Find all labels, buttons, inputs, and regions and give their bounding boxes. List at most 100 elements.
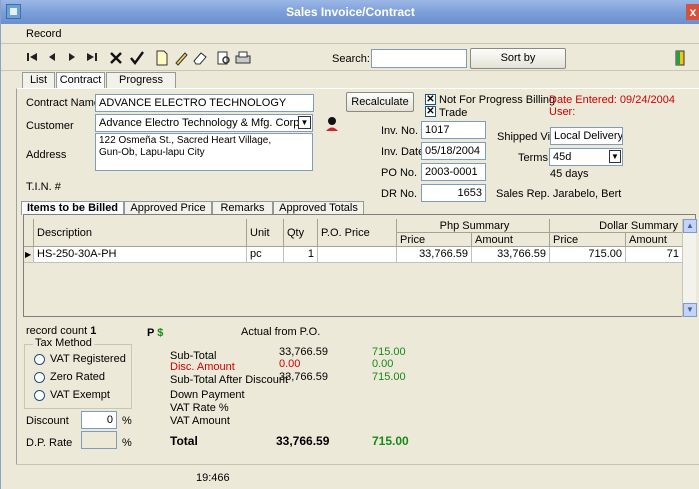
window-title: Sales Invoice/Contract xyxy=(286,5,415,19)
edit-pencil-icon[interactable] xyxy=(172,50,190,66)
search-label: Search: xyxy=(332,53,370,65)
tin-label: T.I.N. # xyxy=(26,181,61,193)
vat-amount-label: VAT Amount xyxy=(170,415,230,427)
tab-contract[interactable]: Contract xyxy=(56,72,105,89)
col-qty[interactable]: Qty xyxy=(284,219,318,247)
discount-label: Discount xyxy=(26,415,69,427)
shipped-via-field[interactable]: Local Delivery xyxy=(550,127,623,145)
scroll-up-icon[interactable]: ▲ xyxy=(683,219,697,233)
address-field[interactable]: 122 Osmeña St., Sacred Heart Village, Gu… xyxy=(95,133,313,171)
zero-rated-radio[interactable] xyxy=(34,372,45,383)
cell-qty[interactable]: 1 xyxy=(284,247,318,263)
tab-approved-totals[interactable]: Approved Totals xyxy=(273,201,364,214)
cell-description[interactable]: HS-250-30A-PH xyxy=(34,247,247,263)
vat-rate-label: VAT Rate % xyxy=(170,402,229,414)
dr-no-field[interactable]: 1653 xyxy=(421,184,486,202)
disc-php: 0.00 xyxy=(279,358,301,370)
tax-method-label: Tax Method xyxy=(33,337,94,349)
po-no-label: PO No. xyxy=(381,167,418,179)
vat-registered-radio[interactable] xyxy=(34,354,45,365)
col-po-price[interactable]: P.O. Price xyxy=(318,219,397,247)
dp-rate-percent: % xyxy=(122,437,132,449)
dollar-label: $ xyxy=(157,327,164,339)
inv-date-label: Inv. Date xyxy=(381,146,425,158)
row-pointer-icon[interactable]: ▶ xyxy=(24,247,34,263)
address-label: Address xyxy=(26,149,67,161)
tab-items-to-be-billed[interactable]: Items to be Billed xyxy=(21,201,124,215)
terms-label: Terms xyxy=(518,152,548,164)
row-selector-header xyxy=(24,219,34,247)
cell-php-amount[interactable]: 33,766.59 xyxy=(472,247,550,263)
inv-no-field[interactable]: 1017 xyxy=(421,121,486,139)
total-php: 33,766.59 xyxy=(276,434,330,448)
vat-registered-label: VAT Registered xyxy=(50,353,126,365)
cell-usd-amount[interactable]: 71 xyxy=(626,247,683,263)
col-description[interactable]: Description xyxy=(34,219,247,247)
col-php-price[interactable]: Price xyxy=(397,233,472,247)
cell-php-price[interactable]: 33,766.59 xyxy=(397,247,472,263)
new-document-icon[interactable] xyxy=(153,50,171,66)
inv-date-field[interactable]: 05/18/2004 xyxy=(421,142,486,160)
scroll-down-icon[interactable]: ▼ xyxy=(683,303,697,317)
cell-usd-price[interactable]: 715.00 xyxy=(550,247,626,263)
after-disc-php: 33,766.59 xyxy=(279,371,328,383)
tab-approved-price[interactable]: Approved Price xyxy=(124,201,212,214)
vat-exempt-radio[interactable] xyxy=(34,390,45,401)
sort-by-button[interactable]: Sort by xyxy=(470,48,566,69)
close-button[interactable]: x xyxy=(686,4,699,20)
po-no-field[interactable]: 2003-0001 xyxy=(421,163,486,181)
exit-door-icon[interactable] xyxy=(671,50,689,66)
discount-field[interactable]: 0 xyxy=(81,411,117,429)
terms-chevron-down-icon[interactable]: ▼ xyxy=(609,150,621,163)
status-text: 19:466 xyxy=(196,472,230,484)
search-input[interactable] xyxy=(371,49,467,68)
dp-rate-field[interactable] xyxy=(81,431,117,449)
title-bar: Sales Invoice/Contract x xyxy=(1,0,699,24)
terms-note: 45 days xyxy=(550,168,589,180)
col-usd-price[interactable]: Price xyxy=(550,233,626,247)
col-dollar-summary[interactable]: Dollar Summary xyxy=(550,219,683,233)
col-php-summary[interactable]: Php Summary xyxy=(397,219,550,233)
recalculate-button[interactable]: Recalculate xyxy=(346,92,414,112)
save-check-icon[interactable] xyxy=(128,50,146,66)
not-for-progress-billing-checkbox[interactable]: ✕ xyxy=(425,94,436,105)
menu-record[interactable]: Record xyxy=(26,28,61,40)
delete-icon[interactable] xyxy=(107,50,125,66)
col-usd-amount[interactable]: Amount xyxy=(626,233,683,247)
tab-progress-billing[interactable]: Progress Billing xyxy=(106,72,176,101)
sales-rep-text: Sales Rep. Jarabelo, Bert xyxy=(496,188,622,200)
down-payment-label: Down Payment xyxy=(170,389,245,401)
contract-name-field[interactable]: ADVANCE ELECTRO TECHNOLOGY xyxy=(95,94,314,112)
col-php-amount[interactable]: Amount xyxy=(472,233,550,247)
previous-record-icon[interactable] xyxy=(43,50,61,66)
eraser-icon[interactable] xyxy=(191,50,209,66)
col-unit[interactable]: Unit xyxy=(247,219,284,247)
chevron-down-icon[interactable]: ▼ xyxy=(298,116,311,129)
print-preview-icon[interactable] xyxy=(215,50,233,66)
cell-unit[interactable]: pc xyxy=(247,247,284,263)
after-disc-usd: 715.00 xyxy=(372,371,406,383)
customer-select[interactable]: Advance Electro Technology & Mfg. Corp. xyxy=(95,114,313,132)
trade-checkbox[interactable]: ✕ xyxy=(425,106,436,117)
zero-rated-label: Zero Rated xyxy=(50,371,106,383)
vat-exempt-label: VAT Exempt xyxy=(50,389,110,401)
person-icon[interactable] xyxy=(325,116,339,132)
peso-label: P xyxy=(147,327,155,339)
menu-bar: Record xyxy=(1,24,699,44)
actual-from-po-label: Actual from P.O. xyxy=(241,326,321,338)
cell-po-price[interactable] xyxy=(318,247,397,263)
first-record-icon[interactable] xyxy=(23,50,41,66)
last-record-icon[interactable] xyxy=(83,50,101,66)
customer-label: Customer xyxy=(26,120,74,132)
not-for-progress-billing-label: Not For Progress Billing xyxy=(439,94,556,106)
tab-list[interactable]: List xyxy=(22,72,55,88)
tab-remarks[interactable]: Remarks xyxy=(212,201,273,214)
grid-vertical-scrollbar[interactable]: ▲ ▼ xyxy=(682,219,697,317)
printer-icon[interactable] xyxy=(234,50,252,66)
next-record-icon[interactable] xyxy=(63,50,81,66)
contract-name-label: Contract Name xyxy=(26,97,100,109)
discount-percent: % xyxy=(122,415,132,427)
subtotal-php: 33,766.59 xyxy=(279,346,328,358)
dr-no-label: DR No. xyxy=(381,188,418,200)
status-bar: 19:466 xyxy=(16,464,699,489)
